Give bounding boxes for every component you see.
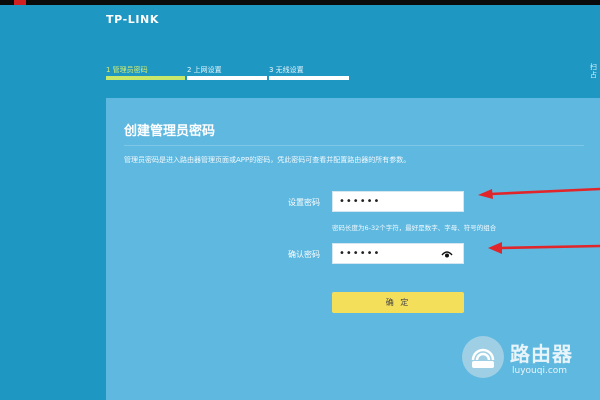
right-edge-line-2: 占 bbox=[590, 71, 597, 79]
step-internet-settings[interactable]: 2 上网设置 bbox=[187, 66, 267, 82]
annotation-arrow-icon bbox=[488, 242, 600, 254]
annotation-arrow-icon bbox=[478, 187, 600, 199]
right-edge-text: 扫 占 bbox=[590, 63, 600, 83]
set-password-input[interactable]: •••••• bbox=[332, 191, 464, 212]
watermark-url: luyouqi.com bbox=[512, 366, 568, 376]
setup-steps: 1 管理员密码 2 上网设置 3 无线设置 bbox=[106, 66, 351, 86]
set-password-value: •••••• bbox=[339, 196, 381, 207]
panel-description: 管理员密码是进入路由器管理页面或APP的密码，凭此密码可查看并配置路由器的所有参… bbox=[124, 156, 411, 164]
step-label: 2 上网设置 bbox=[187, 66, 222, 74]
confirm-password-value: •••••• bbox=[339, 248, 381, 259]
eye-icon[interactable] bbox=[441, 249, 453, 259]
confirm-password-input[interactable]: •••••• bbox=[332, 243, 464, 264]
tab-indicator bbox=[14, 0, 26, 5]
set-password-label: 设置密码 bbox=[288, 198, 320, 207]
confirm-password-label: 确认密码 bbox=[288, 250, 320, 259]
step-progress-bar bbox=[106, 76, 185, 80]
step-progress-bar bbox=[269, 76, 349, 80]
step-admin-password[interactable]: 1 管理员密码 bbox=[106, 66, 185, 82]
title-divider bbox=[124, 145, 584, 146]
confirm-button[interactable]: 确 定 bbox=[332, 292, 464, 313]
watermark-title: 路由器 bbox=[510, 342, 573, 366]
browser-top-strip bbox=[0, 0, 600, 5]
router-logo-icon bbox=[462, 336, 504, 378]
page-title: 创建管理员密码 bbox=[124, 124, 216, 139]
brand-logo: TP-LINK bbox=[106, 13, 159, 26]
step-wireless-settings[interactable]: 3 无线设置 bbox=[269, 66, 349, 82]
password-hint: 密码长度为6-32个字符，最好是数字、字母、符号的组合 bbox=[332, 224, 497, 232]
watermark: 路由器 luyouqi.com bbox=[462, 334, 597, 384]
step-label: 1 管理员密码 bbox=[106, 66, 148, 74]
step-progress-bar bbox=[187, 76, 267, 80]
right-edge-line-1: 扫 bbox=[590, 63, 597, 71]
step-label: 3 无线设置 bbox=[269, 66, 304, 74]
